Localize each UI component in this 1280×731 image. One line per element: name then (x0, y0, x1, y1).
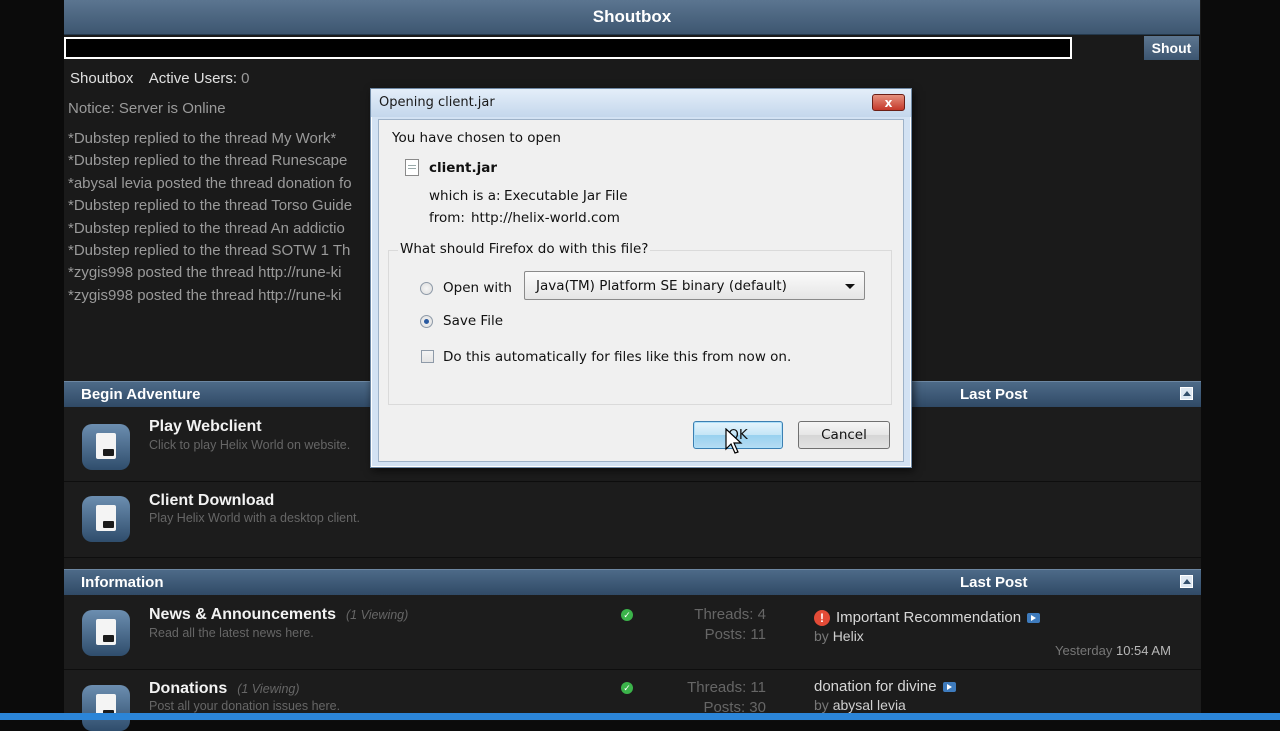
open-with-app-select[interactable]: Java(TM) Platform SE binary (default) (524, 271, 865, 300)
chevron-down-icon (845, 284, 855, 289)
save-file-label[interactable]: Save File (443, 313, 503, 329)
shoutbox-header: Shoutbox (64, 0, 1200, 35)
important-alert-icon: ! (814, 610, 830, 626)
active-users-label: Active Users: (148, 70, 238, 87)
cancel-button[interactable]: Cancel (798, 421, 890, 449)
file-name: client.jar (429, 160, 498, 176)
auto-action-label[interactable]: Do this automatically for files like thi… (443, 349, 791, 365)
category-information: Information Last Post (64, 569, 1201, 595)
open-with-label[interactable]: Open with (443, 280, 512, 296)
forum-stats: Threads: 4 Posts: 11 (664, 605, 766, 645)
file-type-row: which is a: Executable Jar File (429, 188, 628, 204)
forum-title-line: News & Announcements (1 Viewing) (149, 606, 408, 624)
last-post-heading: Last Post (960, 574, 1028, 591)
forum-description: Click to play Helix World on website. (149, 438, 351, 452)
thread-count: Threads: 11 (687, 679, 766, 696)
selected-app: Java(TM) Platform SE binary (default) (536, 278, 787, 294)
collapse-icon[interactable] (1180, 575, 1193, 588)
category-title[interactable]: Begin Adventure (81, 386, 200, 403)
online-status-icon: ✓ (621, 609, 633, 621)
forum-title-line: Donations (1 Viewing) (149, 680, 300, 698)
taskbar-edge (0, 713, 1280, 720)
file-source-row: from: http://helix-world.com (429, 210, 620, 226)
forum-row-client-download: Client Download Play Helix World with a … (64, 482, 1201, 558)
active-users-count: 0 (241, 70, 250, 87)
tab-shoutbox[interactable]: Shoutbox (70, 70, 133, 87)
last-post-title[interactable]: Important Recommendation (836, 609, 1021, 626)
forum-icon (82, 685, 130, 731)
forum-title[interactable]: Play Webclient (149, 418, 262, 436)
which-is-label: which is a: (429, 188, 501, 204)
thread-count: Threads: 4 (694, 606, 766, 623)
forum-description: Read all the latest news here. (149, 626, 314, 640)
forum-description: Post all your donation issues here. (149, 699, 341, 713)
last-post-time: 10:54 AM (1115, 643, 1171, 658)
shout-message: *Dubstep replied to the thread Runescape (68, 152, 348, 170)
forum-description: Play Helix World with a desktop client. (149, 511, 360, 525)
dialog-body: You have chosen to open client.jar which… (378, 119, 904, 462)
tab-active-users[interactable]: Active Users: 0 (149, 70, 262, 87)
forum-stats: Threads: 11 Posts: 30 (664, 678, 766, 718)
forum-title[interactable]: Donations (149, 680, 227, 697)
chosen-to-open-text: You have chosen to open (392, 130, 561, 146)
shoutbox-title: Shoutbox (592, 7, 672, 26)
go-to-post-icon[interactable] (942, 682, 956, 693)
mouse-cursor-icon (725, 428, 743, 454)
by-label: by (814, 697, 829, 713)
shout-message: *Dubstep replied to the thread My Work* (68, 130, 337, 147)
shout-input[interactable] (64, 37, 1072, 59)
forum-icon (82, 610, 130, 656)
from-label: from: (429, 210, 465, 226)
shout-button[interactable]: Shout (1144, 36, 1199, 60)
shout-message: *Dubstep replied to the thread An addict… (68, 219, 345, 237)
viewing-count: (1 Viewing) (237, 682, 300, 696)
file-icon (405, 159, 419, 176)
last-post-user[interactable]: abysal levia (833, 697, 906, 713)
forum-title[interactable]: Client Download (149, 492, 274, 510)
shout-message: *Dubstep replied to the thread Torso Gui… (68, 197, 353, 215)
dialog-title: Opening client.jar (379, 95, 495, 110)
from-value: http://helix-world.com (471, 210, 620, 226)
forum-icon (82, 496, 130, 542)
collapse-icon[interactable] (1180, 387, 1193, 400)
last-post-timestamp: Yesterday 10:54 AM (1055, 643, 1171, 658)
last-post-info: donation for divine by abysal levia (814, 678, 956, 714)
forum-title[interactable]: News & Announcements (149, 606, 336, 623)
file-type-value: Executable Jar File (504, 188, 628, 204)
opening-file-dialog: Opening client.jar x You have chosen to … (370, 88, 912, 468)
close-icon[interactable]: x (872, 94, 905, 111)
last-post-info: ! Important Recommendation by Helix (814, 609, 1041, 645)
last-post-date: Yesterday (1055, 643, 1113, 658)
auto-action-checkbox[interactable] (421, 350, 434, 363)
forum-row-news: News & Announcements (1 Viewing) Read all… (64, 595, 1201, 670)
shout-message: *zygis998 posted the thread http://rune-… (68, 264, 342, 282)
dialog-titlebar[interactable]: Opening client.jar x (371, 89, 911, 117)
go-to-post-icon[interactable] (1027, 613, 1041, 624)
category-title[interactable]: Information (81, 574, 164, 591)
viewing-count: (1 Viewing) (346, 608, 409, 622)
save-file-radio[interactable] (420, 315, 433, 328)
shout-message: *Dubstep replied to the thread SOTW 1 Th (68, 241, 351, 259)
last-post-title[interactable]: donation for divine (814, 678, 937, 695)
shoutbox-messages: *Dubstep replied to the thread My Work* … (68, 128, 368, 307)
forum-icon (82, 424, 130, 470)
by-label: by (814, 628, 829, 644)
open-with-radio[interactable] (420, 282, 433, 295)
last-post-heading: Last Post (960, 386, 1028, 403)
online-status-icon: ✓ (621, 682, 633, 694)
post-count: Posts: 11 (704, 626, 766, 643)
shout-message: *abysal levia posted the thread donation… (68, 174, 352, 192)
last-post-user[interactable]: Helix (833, 628, 864, 644)
shoutbox-tabs: Shoutbox Active Users: 0 (70, 70, 273, 87)
server-notice: Notice: Server is Online (68, 100, 226, 117)
action-question: What should Firefox do with this file? (398, 241, 651, 257)
shout-message: *zygis998 posted the thread http://rune-… (68, 286, 342, 304)
